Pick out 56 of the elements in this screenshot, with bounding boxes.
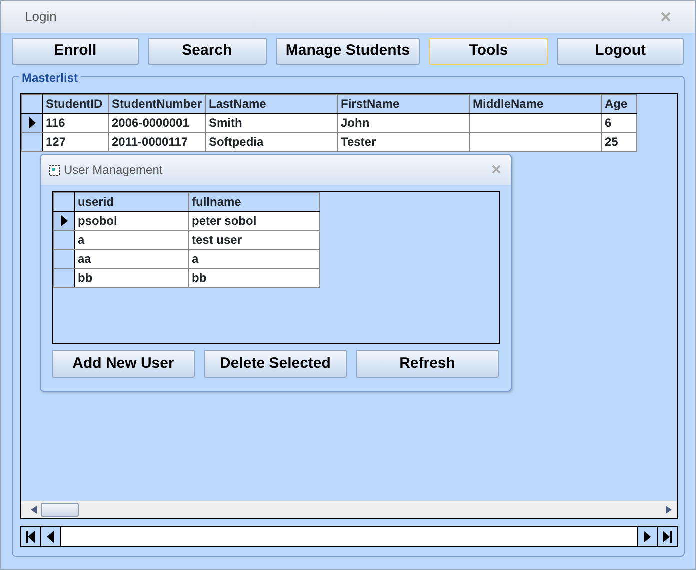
column-header[interactable]: MiddleName xyxy=(470,94,602,114)
table-cell: peter sobol xyxy=(188,212,320,230)
table-cell: 127 xyxy=(42,132,108,152)
next-record-button[interactable] xyxy=(637,527,657,546)
column-header[interactable]: Age xyxy=(602,94,636,114)
first-arrow-icon xyxy=(26,530,35,542)
table-cell: Softpedia xyxy=(206,132,338,152)
table-cell: 2011-0000117 xyxy=(108,132,206,152)
table-cell: 116 xyxy=(42,114,108,132)
dialog-button[interactable]: Refresh xyxy=(356,350,499,378)
scroll-thumb[interactable] xyxy=(41,502,79,516)
row-selector[interactable] xyxy=(54,250,74,268)
dialog-button[interactable]: Delete Selected xyxy=(204,350,347,378)
table-cell: 6 xyxy=(602,114,636,132)
table-cell: 2006-0000001 xyxy=(108,114,206,132)
scroll-right-icon[interactable] xyxy=(666,506,672,514)
column-header[interactable]: StudentNumber xyxy=(108,94,206,114)
table-cell: psobol xyxy=(74,212,188,230)
previous-record-button[interactable] xyxy=(41,527,61,546)
window-icon xyxy=(49,164,60,176)
nav-button[interactable]: Manage Students xyxy=(276,38,420,65)
table-cell: test user xyxy=(188,230,320,250)
row-selector[interactable] xyxy=(22,132,42,152)
row-selector[interactable] xyxy=(22,114,42,132)
horizontal-scrollbar[interactable] xyxy=(21,501,677,518)
prev-arrow-icon xyxy=(46,530,55,542)
table-cell: Smith xyxy=(206,114,338,132)
table-cell: a xyxy=(188,250,320,268)
scroll-left-icon[interactable] xyxy=(31,506,37,514)
row-selector[interactable] xyxy=(54,268,74,288)
table-cell: aa xyxy=(74,250,188,268)
next-arrow-icon xyxy=(643,530,652,542)
table-cell: bb xyxy=(188,268,320,288)
nav-button[interactable]: Tools xyxy=(429,38,548,65)
dialog-button[interactable]: Add New User xyxy=(52,350,195,378)
window-title: Login xyxy=(25,8,57,26)
column-header[interactable]: FirstName xyxy=(338,94,470,114)
column-header[interactable]: LastName xyxy=(206,94,338,114)
column-header[interactable]: fullname xyxy=(188,192,320,212)
header-cell xyxy=(54,192,74,212)
dialog-title: User Management xyxy=(64,162,163,179)
last-arrow-icon xyxy=(663,530,672,542)
nav-button[interactable]: Enroll xyxy=(12,38,139,65)
table-cell: a xyxy=(74,230,188,250)
nav-button[interactable]: Search xyxy=(148,38,267,65)
table-cell: Tester xyxy=(338,132,470,152)
column-header[interactable]: userid xyxy=(74,192,188,212)
nav-button[interactable]: Logout xyxy=(557,38,684,65)
row-selector[interactable] xyxy=(54,230,74,250)
table-cell: bb xyxy=(74,268,188,288)
last-record-button[interactable] xyxy=(657,527,677,546)
table-cell: 25 xyxy=(602,132,636,152)
column-header[interactable]: StudentID xyxy=(42,94,108,114)
first-record-button[interactable] xyxy=(21,527,41,546)
table-cell: John xyxy=(338,114,470,132)
row-selector[interactable] xyxy=(54,212,74,230)
